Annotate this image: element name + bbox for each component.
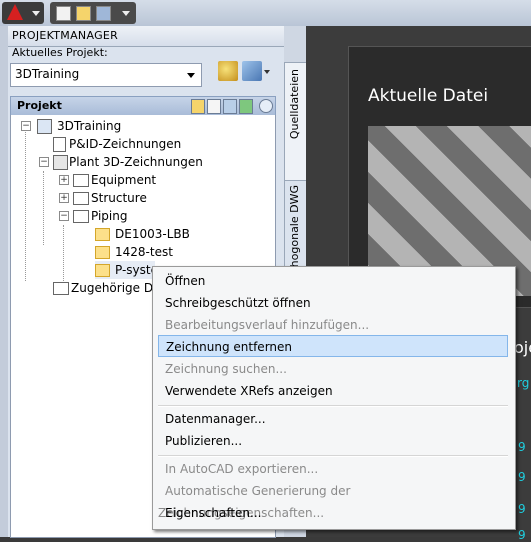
chevron-down-icon[interactable] xyxy=(122,11,130,16)
tree-line xyxy=(25,125,27,281)
tab-label: Quelldateien xyxy=(288,69,301,140)
partial-link[interactable]: 9 xyxy=(518,440,526,454)
palette-grip[interactable] xyxy=(0,26,8,537)
current-file-title: Aktuelle Datei xyxy=(368,86,489,106)
folder-icon xyxy=(53,282,69,295)
new-folder-icon[interactable] xyxy=(191,99,205,114)
tab-source-files[interactable]: Quelldateien xyxy=(284,62,308,182)
tree-label: Plant 3D-Zeichnungen xyxy=(69,155,203,169)
folder-open-icon xyxy=(73,210,89,223)
tree-label: Zugehörige Da xyxy=(71,281,161,295)
menu-label: Bearbeitungsverlauf hinzufügen... xyxy=(165,318,370,332)
tree-label: 3DTraining xyxy=(57,119,122,133)
copy-drawing-icon[interactable] xyxy=(223,99,237,114)
partial-text: oje xyxy=(514,338,531,357)
tree-label: Structure xyxy=(91,191,147,205)
collapse-icon[interactable]: − xyxy=(39,157,49,167)
menu-item-publish[interactable]: Publizieren... xyxy=(158,430,508,452)
partial-link[interactable]: 9 xyxy=(518,470,526,484)
partial-link[interactable]: 9 xyxy=(518,528,526,542)
menu-item-remove-drawing[interactable]: Zeichnung entfernen xyxy=(158,335,508,357)
tree-label: Piping xyxy=(91,209,128,223)
chevron-down-icon[interactable] xyxy=(264,70,270,74)
menu-item-export-autocad: In AutoCAD exportieren... xyxy=(158,458,508,480)
menu-separator xyxy=(158,405,508,407)
project-switch-icon[interactable] xyxy=(242,61,262,81)
project-icon xyxy=(37,119,52,134)
tree-item-drawing-selected[interactable]: P-syste xyxy=(95,261,158,279)
menu-label: Publizieren... xyxy=(165,434,243,448)
tree-label: P&ID-Zeichnungen xyxy=(69,137,182,151)
tree-label: DE1003-LBB xyxy=(115,227,190,241)
expand-icon[interactable]: + xyxy=(59,175,69,185)
collapse-section-icon[interactable] xyxy=(259,99,273,113)
folder-icon xyxy=(73,174,89,187)
plant3d-icon xyxy=(53,155,68,170)
menu-label: Zeichnung suchen... xyxy=(165,362,287,376)
tree-label: 1428-test xyxy=(115,245,173,259)
open-folder-icon[interactable] xyxy=(76,6,91,21)
drawing-icon xyxy=(95,264,110,277)
application-menu-button[interactable] xyxy=(2,2,44,24)
menu-label: Verwendete XRefs anzeigen xyxy=(165,384,333,398)
pid-icon xyxy=(53,137,66,152)
menu-item-properties[interactable]: Eigenschaften... xyxy=(158,502,508,524)
tree-label: Equipment xyxy=(91,173,157,187)
menu-item-show-xrefs[interactable]: Verwendete XRefs anzeigen xyxy=(158,380,508,402)
menu-label: Schreibgeschützt öffnen xyxy=(165,296,311,310)
menu-label: Öffnen xyxy=(165,274,206,288)
autocad-logo-icon xyxy=(7,4,23,20)
folder-icon xyxy=(73,192,89,205)
menu-item-data-manager[interactable]: Datenmanager... xyxy=(158,408,508,430)
new-file-icon[interactable] xyxy=(56,6,71,21)
menu-item-open-readonly[interactable]: Schreibgeschützt öffnen xyxy=(158,292,508,314)
collapse-icon[interactable]: − xyxy=(21,121,31,131)
quick-access-toolbar xyxy=(0,0,531,27)
context-menu: Öffnen Schreibgeschützt öffnen Bearbeitu… xyxy=(152,266,516,530)
project-section-header: Projekt xyxy=(10,96,276,116)
drawing-icon xyxy=(95,228,110,241)
quick-access-buttons xyxy=(50,2,136,24)
new-drawing-icon[interactable] xyxy=(207,99,221,114)
current-project-select[interactable]: 3DTraining xyxy=(10,63,202,87)
project-section-title: Projekt xyxy=(17,99,62,112)
refresh-icon[interactable] xyxy=(239,99,253,114)
tree-line xyxy=(43,171,45,245)
palette-title-bar: PROJEKTMANAGER xyxy=(8,26,284,47)
menu-item-add-history: Bearbeitungsverlauf hinzufügen... xyxy=(158,314,508,336)
menu-label: In AutoCAD exportieren... xyxy=(165,462,319,476)
current-project-label: Aktuelles Projekt: xyxy=(12,46,108,59)
save-icon[interactable] xyxy=(96,6,111,21)
menu-label: Eigenschaften... xyxy=(165,506,262,520)
drawing-icon xyxy=(95,246,110,259)
tree-line xyxy=(63,225,65,281)
palette-title: PROJEKTMANAGER xyxy=(12,29,119,42)
project-settings-icon[interactable] xyxy=(218,61,238,81)
collapse-icon[interactable]: − xyxy=(59,211,69,221)
partial-link[interactable]: 9 xyxy=(518,502,526,516)
expand-icon[interactable]: + xyxy=(59,193,69,203)
menu-label: Zeichnung entfernen xyxy=(166,340,293,354)
partial-link[interactable]: rg xyxy=(517,376,529,390)
menu-item-auto-props: Automatische Generierung der Zeichnungse… xyxy=(158,480,508,520)
chevron-down-icon xyxy=(32,11,40,16)
menu-separator xyxy=(158,455,508,457)
chevron-down-icon xyxy=(187,73,195,78)
menu-item-open[interactable]: Öffnen xyxy=(158,270,508,292)
menu-item-search-drawing: Zeichnung suchen... xyxy=(158,358,508,380)
current-project-value: 3DTraining xyxy=(15,67,80,81)
menu-label: Datenmanager... xyxy=(165,412,266,426)
